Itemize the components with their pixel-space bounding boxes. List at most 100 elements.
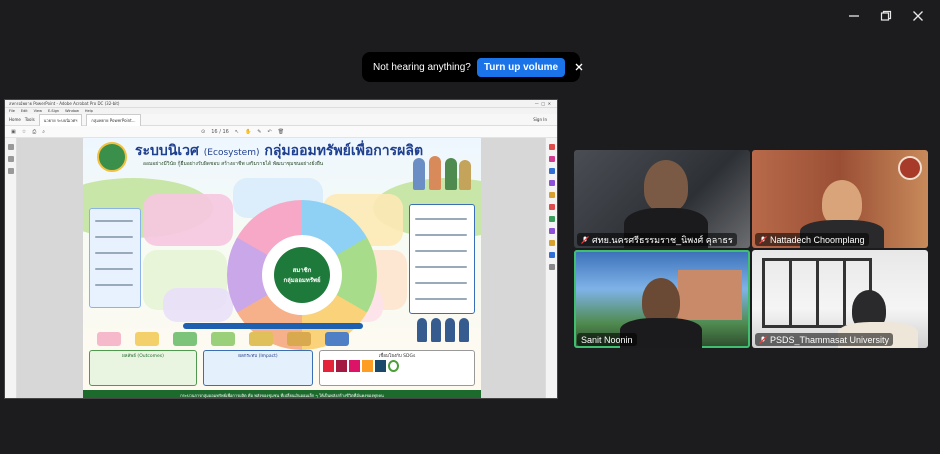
poster-subtitle: ออมอย่างมีวินัย กู้ยืมอย่างรับผิดชอบ สร้… xyxy=(143,161,324,167)
shared-screen: สหกรณ์พยาย PowerPoint - Adobe Acrobat Pr… xyxy=(4,99,558,399)
step-icon xyxy=(287,332,311,346)
text-line xyxy=(95,236,133,238)
page-navigation: ⊙ 16 / 16 ↖ ✋ ✎ ↶ 🗑 xyxy=(201,129,284,135)
participant-nameplate: PSDS_Thammasat University xyxy=(755,333,894,346)
undo-icon[interactable]: ↶ xyxy=(267,129,271,135)
step-icon xyxy=(135,332,159,346)
menu-view[interactable]: View xyxy=(34,109,42,113)
tab-home[interactable]: Home xyxy=(9,117,21,122)
mic-off-icon xyxy=(581,235,589,244)
search-icon[interactable]: ⌕ xyxy=(42,129,45,135)
tab-document-2[interactable]: กลุ่มพยาย PowerPoint... xyxy=(86,113,141,126)
menu-file[interactable]: File xyxy=(9,109,15,113)
step-icon xyxy=(173,332,197,346)
minimize-button[interactable] xyxy=(838,6,870,26)
sdg-10-tile xyxy=(349,360,360,372)
left-principles-panel xyxy=(89,208,141,308)
notice-close-button[interactable] xyxy=(575,61,583,74)
acrobat-tabbar: Home Tools นวยาย ระบบนิเวศฯ กลุ่มพยาย Po… xyxy=(5,113,557,126)
poster-footer: กระบวนการกลุ่มออมทรัพย์เพื่อการผลิต คือ … xyxy=(83,390,481,398)
page-thumbnails-icon[interactable] xyxy=(7,156,14,162)
sign-in-link[interactable]: Sign In xyxy=(533,117,547,122)
close-button[interactable] xyxy=(902,6,934,26)
attachment-icon[interactable] xyxy=(7,168,14,174)
participant-name: PSDS_Thammasat University xyxy=(770,334,890,345)
combine-icon[interactable] xyxy=(548,192,555,198)
farmer-illustration xyxy=(445,158,457,190)
poster-title-en: (Ecosystem) xyxy=(203,148,260,158)
page-indicator[interactable]: 16 / 16 xyxy=(211,129,229,135)
sdg-wheel-icon xyxy=(388,360,399,372)
wheel-core: สมาชิก กลุ่มออมทรัพย์ xyxy=(274,247,330,303)
organize-icon[interactable] xyxy=(548,204,555,210)
mic-off-icon xyxy=(759,235,767,244)
participant-nameplate: ศทย.นครศรีธรรมราช_นิพงศ์ คุลาธร xyxy=(577,233,737,246)
create-pdf-icon[interactable] xyxy=(548,168,555,174)
participant-tile[interactable]: Sanit Noonin xyxy=(574,250,750,348)
protect-icon[interactable] xyxy=(548,228,555,234)
participant-tile[interactable]: PSDS_Thammasat University xyxy=(752,250,928,348)
core-sublabel: กลุ่มออมทรัพย์ xyxy=(283,277,321,284)
trash-icon[interactable]: 🗑 xyxy=(278,129,284,135)
prev-page-icon[interactable]: ⊙ xyxy=(201,129,205,135)
participant-nameplate: Sanit Noonin xyxy=(577,333,637,346)
text-line xyxy=(415,266,467,268)
text-line xyxy=(415,282,467,284)
export-pdf-icon[interactable] xyxy=(548,144,555,150)
text-line xyxy=(415,298,467,300)
menu-esign[interactable]: E-Sign xyxy=(48,109,59,113)
outcomes-label: ผลลัพธ์ (Outcomes) xyxy=(122,354,164,359)
turn-up-volume-button[interactable]: Turn up volume xyxy=(476,57,566,77)
poster-title-rest: กลุ่มออมทรัพย์เพื่อการผลิต xyxy=(264,143,424,159)
menu-window[interactable]: Window xyxy=(65,109,79,113)
text-line xyxy=(415,218,467,220)
farmer-illustration xyxy=(413,158,425,190)
pen-icon[interactable]: ✎ xyxy=(257,129,261,135)
save-icon[interactable]: ▣ xyxy=(11,129,16,135)
settings-icon[interactable] xyxy=(548,264,555,270)
restore-button[interactable] xyxy=(870,6,902,26)
menu-help[interactable]: Help xyxy=(85,109,93,113)
fill-sign-icon[interactable] xyxy=(548,240,555,246)
participant-name: Sanit Noonin xyxy=(581,334,633,345)
left-rail xyxy=(5,138,17,398)
step-icon xyxy=(249,332,273,346)
pointer-icon[interactable]: ↖ xyxy=(235,129,239,135)
edit-pdf-icon[interactable] xyxy=(548,156,555,162)
close-icon xyxy=(913,11,923,21)
mic-off-icon xyxy=(759,335,767,344)
page-margin-left xyxy=(17,138,83,398)
comment-icon[interactable] xyxy=(548,180,555,186)
farmer-illustration xyxy=(429,156,441,190)
officer-illustration xyxy=(431,318,441,342)
star-icon[interactable]: ☆ xyxy=(22,129,26,135)
tab-document-1[interactable]: นวยาย ระบบนิเวศฯ xyxy=(38,113,83,126)
minimize-icon xyxy=(849,15,859,17)
window-controls xyxy=(838,6,934,26)
audio-notice: Not hearing anything? Turn up volume xyxy=(362,52,583,82)
core-label: สมาชิก xyxy=(292,267,312,274)
bookmark-icon[interactable] xyxy=(7,144,14,150)
more-tools-icon[interactable] xyxy=(548,252,555,258)
document-workarea: ระบบนิเวศ (Ecosystem) กลุ่มออมทรัพย์เพื่… xyxy=(5,138,557,398)
sdg-17-tile xyxy=(375,360,386,372)
scan-icon[interactable] xyxy=(548,216,555,222)
participant-tile[interactable]: ศทย.นครศรีธรรมราช_นิพงศ์ คุลาธร xyxy=(574,150,750,248)
technology-blob xyxy=(143,194,233,246)
building-background xyxy=(678,270,742,320)
text-line xyxy=(95,252,133,254)
step-icon xyxy=(211,332,235,346)
print-icon[interactable]: ⎙ xyxy=(32,129,36,135)
window-title: สหกรณ์พยาย PowerPoint - Adobe Acrobat Pr… xyxy=(9,101,120,106)
org-logo xyxy=(898,156,922,180)
sdg-11-tile xyxy=(362,360,373,372)
step-icon xyxy=(325,332,349,346)
right-tools-rail xyxy=(545,138,557,398)
market-blob xyxy=(163,288,233,322)
menu-edit[interactable]: Edit xyxy=(21,109,28,113)
poster-slide: ระบบนิเวศ (Ecosystem) กลุ่มออมทรัพย์เพื่… xyxy=(83,138,481,398)
hand-icon[interactable]: ✋ xyxy=(245,129,251,135)
tab-tools[interactable]: Tools xyxy=(25,117,35,122)
participant-tile[interactable]: Nattadech Choomplang xyxy=(752,150,928,248)
page-margin-right xyxy=(481,138,545,398)
